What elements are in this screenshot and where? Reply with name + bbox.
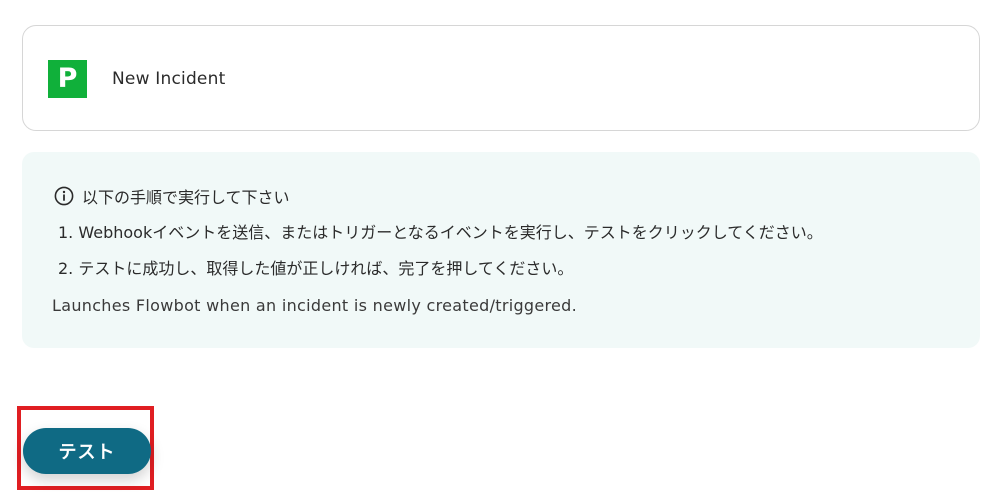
instruction-step-1: 1. Webhookイベントを送信、またはトリガーとなるイベントを実行し、テスト…: [58, 223, 823, 242]
instruction-step-2: 2. テストに成功し、取得した値が正しければ、完了を押してください。: [58, 259, 574, 278]
trigger-card: P New Incident: [22, 25, 980, 131]
test-button[interactable]: テスト: [23, 428, 151, 474]
info-circle-icon: [54, 186, 74, 206]
instructions-panel: 以下の手順で実行して下さい 1. Webhookイベントを送信、またはトリガーと…: [22, 152, 980, 348]
pagerduty-logo-icon: P: [48, 60, 87, 98]
trigger-description: Launches Flowbot when an incident is new…: [52, 296, 578, 315]
instructions-heading-row: 以下の手順で実行して下さい: [54, 185, 290, 207]
trigger-name: New Incident: [112, 69, 226, 89]
instructions-heading: 以下の手順で実行して下さい: [82, 188, 290, 207]
